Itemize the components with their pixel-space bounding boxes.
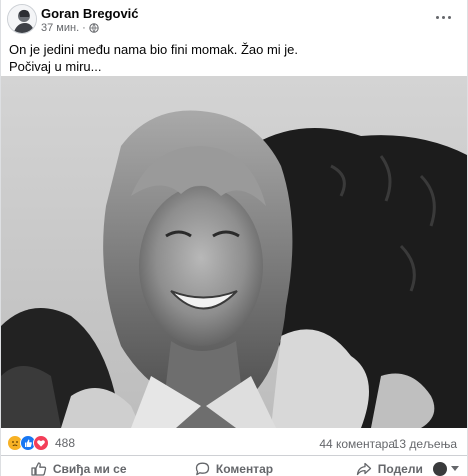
- post-photo[interactable]: [1, 76, 467, 428]
- post-time[interactable]: 37 мин.: [41, 22, 79, 34]
- comment-button[interactable]: Коментар: [156, 458, 311, 476]
- post-stats: 488 44 коментара 13 дељења: [1, 430, 467, 456]
- author-avatar[interactable]: [7, 4, 37, 34]
- avatar-image: [8, 5, 36, 33]
- thumbs-up-icon: [31, 462, 47, 476]
- author-name[interactable]: Goran Bregović: [41, 6, 139, 21]
- chevron-down-icon[interactable]: [451, 466, 459, 471]
- post-text-line: On je jedini među nama bio fini momak. Ž…: [9, 42, 299, 57]
- comment-label: Коментар: [215, 462, 274, 476]
- share-label: Подели: [377, 462, 423, 476]
- post-text: On je jedini među nama bio fini momak. Ž…: [9, 41, 449, 75]
- comment-count[interactable]: 44 коментара: [319, 437, 395, 451]
- globe-icon[interactable]: [89, 23, 99, 33]
- post-meta: 37 мин. ·: [41, 22, 99, 34]
- reaction-count[interactable]: 488: [55, 436, 75, 450]
- post-actions: Свиђа ми се Коментар Подели: [1, 458, 467, 476]
- like-button[interactable]: Свиђа ми се: [1, 458, 156, 476]
- share-count[interactable]: 13 дељења: [393, 437, 457, 451]
- meta-separator: ·: [82, 22, 86, 34]
- comment-icon: [195, 462, 210, 476]
- like-label: Свиђа ми се: [52, 462, 127, 476]
- photo-image: [1, 76, 467, 428]
- share-arrow-icon: [356, 462, 371, 476]
- share-as-avatar[interactable]: [433, 462, 447, 476]
- post-header: Goran Bregović 37 мин. ·: [1, 0, 467, 36]
- reactions-summary[interactable]: 488: [7, 435, 75, 451]
- facebook-post-card: Goran Bregović 37 мин. · On je jedini me…: [0, 0, 468, 476]
- more-options-icon[interactable]: [433, 8, 453, 26]
- post-text-line: Počivaj u miru...: [9, 59, 102, 74]
- love-icon: [33, 435, 49, 451]
